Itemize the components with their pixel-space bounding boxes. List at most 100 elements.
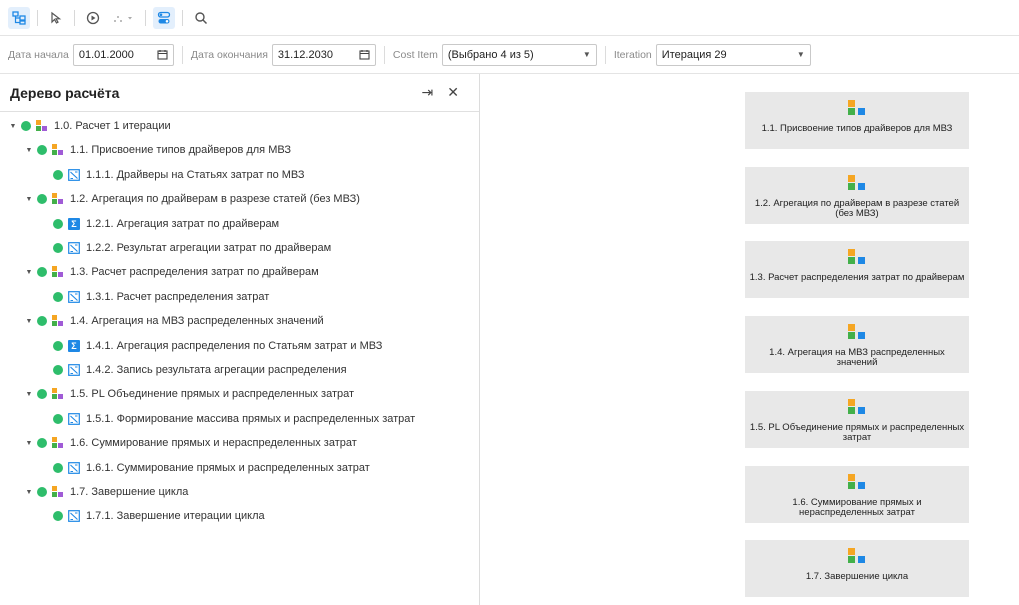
tree-item-label: 1.4.1. Агрегация распределения по Статья…	[86, 339, 383, 352]
toggle-view-button[interactable]	[153, 6, 175, 29]
status-dot-icon	[21, 121, 31, 131]
cost-item-select[interactable]: (Выбрано 4 из 5) ▼	[441, 43, 597, 66]
transform-icon	[68, 461, 80, 474]
expand-toggle-icon[interactable]: ▼	[24, 318, 34, 325]
expand-toggle-icon[interactable]: ▼	[24, 489, 34, 496]
select-tool-button[interactable]	[45, 7, 67, 29]
transform-icon	[68, 364, 80, 376]
status-dot-icon	[37, 438, 47, 449]
expand-toggle-icon[interactable]: ▼	[8, 123, 18, 130]
transform-icon	[68, 412, 80, 425]
group-icon	[52, 144, 64, 156]
process-node-label: 1.7. Завершение цикла	[805, 571, 909, 583]
tree-item-label: 1.1. Присвоение типов драйверов для МВЗ	[70, 144, 291, 157]
start-date-label: Дата начала	[8, 48, 69, 61]
close-icon[interactable]: ✕	[447, 84, 459, 101]
status-dot-icon	[37, 487, 47, 497]
toolbar-divider	[37, 9, 38, 26]
toolbar-divider	[182, 9, 183, 26]
tree-item-label: 1.2. Агрегация по драйверам в разрезе ст…	[70, 193, 360, 206]
calendar-icon[interactable]	[359, 49, 370, 60]
tree-item[interactable]: 1.6.1. Суммирование прямых и распределен…	[40, 456, 370, 480]
group-icon	[848, 100, 866, 116]
tree-item[interactable]: Σ 1.4.1. Агрегация распределения по Стать…	[40, 334, 382, 358]
group-icon	[848, 324, 866, 340]
process-node-label: 1.3. Расчет распределения затрат по драй…	[749, 272, 965, 284]
step-button[interactable]	[108, 7, 138, 29]
transform-icon	[68, 290, 80, 303]
tree-item[interactable]: 1.3.1. Расчет распределения затрат	[40, 285, 269, 309]
start-date-input[interactable]: 01.01.2000	[72, 43, 174, 66]
tree-item[interactable]: ▼ 1.1. Присвоение типов драйверов для МВЗ	[24, 138, 291, 162]
status-dot-icon	[53, 340, 63, 351]
chevron-down-icon: ▼	[796, 50, 805, 59]
end-date-label: Дата окончания	[190, 48, 268, 61]
group-icon	[52, 437, 64, 449]
search-button[interactable]	[190, 7, 212, 29]
filter-divider	[181, 45, 183, 64]
cost-item-value: (Выбрано 4 из 5)	[447, 48, 534, 61]
status-dot-icon	[37, 316, 47, 327]
tree-item[interactable]: 1.2.2. Результат агрегации затрат по дра…	[40, 236, 331, 260]
toggle-icon	[157, 11, 171, 23]
tree-item-label: 1.3.1. Расчет распределения затрат	[86, 290, 270, 303]
expand-toggle-icon[interactable]: ▼	[24, 196, 34, 203]
expand-toggle-icon[interactable]: ▼	[24, 440, 34, 447]
tree-item-label: 1.1.1. Драйверы на Статьях затрат по МВЗ	[86, 168, 305, 181]
collapse-panel-icon[interactable]: ⇥	[422, 84, 434, 101]
expand-toggle-icon[interactable]: ▼	[24, 269, 34, 276]
filter-divider	[604, 45, 606, 64]
transform-icon	[68, 510, 80, 523]
tree-item[interactable]: ▼ 1.2. Агрегация по драйверам в разрезе с…	[24, 187, 360, 211]
expand-toggle-icon[interactable]: ▼	[24, 391, 34, 398]
play-circle-icon	[86, 11, 100, 24]
end-date-value: 31.12.2030	[277, 48, 333, 61]
group-icon	[848, 548, 866, 564]
diagram-canvas[interactable]: 1.1. Присвоение типов драйверов для МВЗ 1…	[481, 74, 1019, 605]
group-icon	[52, 266, 64, 278]
chevron-down-icon: ▼	[582, 50, 591, 59]
status-dot-icon	[37, 389, 47, 400]
iteration-value: Итерация 29	[661, 48, 727, 61]
process-node-card[interactable]: 1.1. Присвоение типов драйверов для МВЗ	[745, 92, 969, 149]
expand-toggle-icon[interactable]: ▼	[24, 147, 34, 154]
iteration-select[interactable]: Итерация 29 ▼	[655, 43, 811, 66]
tree-item[interactable]: 1.7.1. Завершение итерации цикла	[40, 504, 265, 528]
group-icon	[52, 486, 64, 498]
tree-item[interactable]: ▼ 1.0. Расчет 1 итерации	[8, 114, 171, 138]
tree-item[interactable]: 1.5.1. Формирование массива прямых и рас…	[40, 407, 415, 431]
tree-item[interactable]: 1.4.2. Запись результата агрегации распр…	[40, 358, 347, 382]
toolbar-divider	[74, 9, 75, 26]
tree-item[interactable]: Σ 1.2.1. Агрегация затрат по драйверам	[40, 212, 279, 236]
run-button[interactable]	[82, 7, 104, 29]
search-icon	[195, 11, 208, 24]
tree-item[interactable]: ▼ 1.6. Суммирование прямых и нераспределе…	[24, 431, 357, 455]
tree-item[interactable]: ▼ 1.5. PL Объединение прямых и распределе…	[24, 382, 354, 406]
process-node-card[interactable]: 1.3. Расчет распределения затрат по драй…	[745, 241, 969, 299]
tree-item-label: 1.5.1. Формирование массива прямых и рас…	[86, 412, 416, 425]
panel-header-actions: ⇥ ✕	[422, 84, 479, 101]
end-date-input[interactable]: 31.12.2030	[271, 43, 376, 66]
sigma-icon: Σ	[68, 339, 80, 352]
status-dot-icon	[53, 365, 63, 375]
tree-item[interactable]: ▼ 1.4. Агрегация на МВЗ распределенных зн…	[24, 309, 324, 333]
calendar-icon[interactable]	[157, 49, 168, 60]
filter-bar: Дата начала 01.01.2000 Дата окончания 31…	[0, 36, 1019, 74]
status-dot-icon	[53, 218, 63, 229]
process-node-card[interactable]: 1.2. Агрегация по драйверам в разрезе ст…	[745, 166, 969, 224]
tree-item[interactable]: ▼ 1.3. Расчет распределения затрат по дра…	[24, 260, 319, 284]
process-node-card[interactable]: 1.4. Агрегация на МВЗ распределенных зна…	[745, 316, 969, 374]
tree-item[interactable]: 1.1.1. Драйверы на Статьях затрат по МВЗ	[40, 163, 305, 187]
tree-item-label: 1.6. Суммирование прямых и нераспределен…	[70, 437, 357, 450]
tree-item-label: 1.4.2. Запись результата агрегации распр…	[86, 364, 347, 376]
tree-item-label: 1.0. Расчет 1 итерации	[54, 120, 171, 132]
process-node-card[interactable]: 1.7. Завершение цикла	[745, 540, 969, 598]
start-date-value: 01.01.2000	[78, 48, 134, 61]
process-node-card[interactable]: 1.6. Суммирование прямых и нераспределен…	[745, 465, 969, 523]
tree-item[interactable]: ▼ 1.7. Завершение цикла	[24, 480, 188, 504]
process-node-card[interactable]: 1.5. PL Объединение прямых и распределен…	[745, 390, 969, 448]
process-node-label: 1.6. Суммирование прямых и нераспределен…	[792, 496, 922, 518]
tree-layout-button[interactable]	[8, 6, 30, 29]
process-node-label: 1.2. Агрегация по драйверам в разрезе ст…	[754, 197, 960, 219]
panel-header: Дерево расчёта ⇥ ✕	[0, 74, 479, 112]
